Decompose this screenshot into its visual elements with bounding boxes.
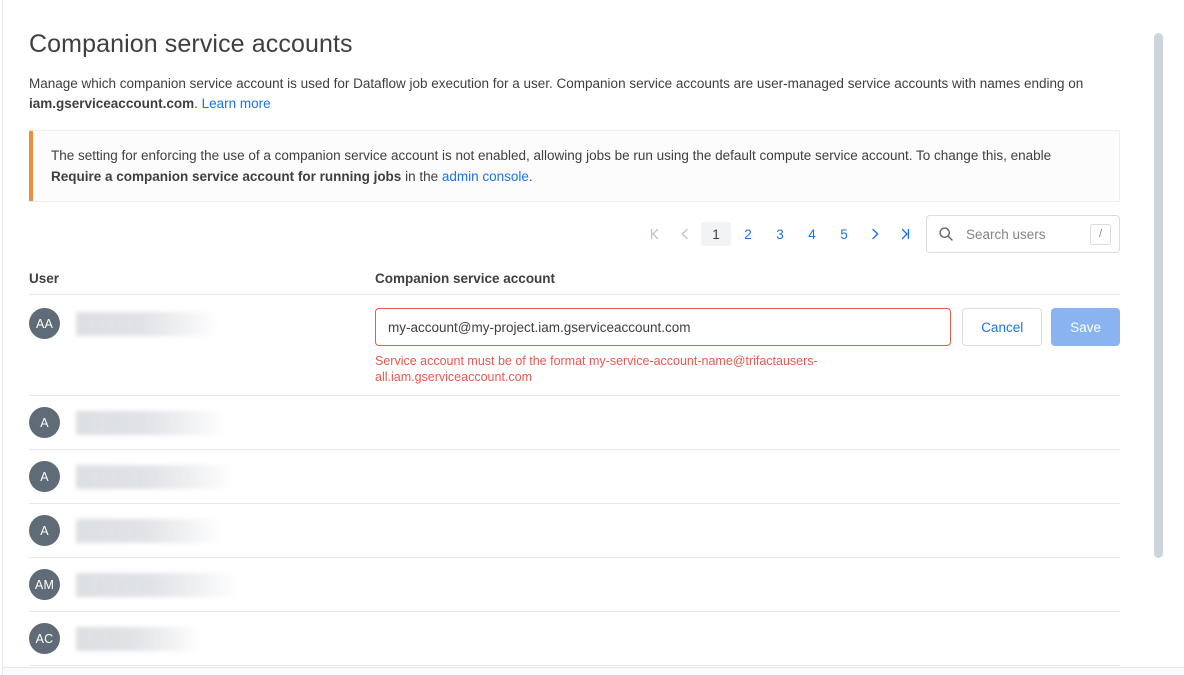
redacted-user-name — [76, 627, 201, 651]
chevron-right-icon — [868, 227, 882, 241]
scroll-pane: Companion service accounts Manage which … — [3, 0, 1146, 675]
user-cell: AA — [29, 308, 375, 339]
companion-service-account-cell: Service account must be of the format my… — [375, 308, 1120, 385]
save-button[interactable]: Save — [1051, 308, 1120, 346]
pagination: 1 2 3 4 5 — [640, 219, 920, 249]
search-icon — [938, 226, 954, 242]
banner-text-3: . — [529, 169, 533, 184]
avatar: AA — [29, 308, 60, 339]
avatar: A — [29, 515, 60, 546]
redacted-user-name — [76, 573, 239, 597]
redacted-user-name — [76, 519, 221, 543]
table-row[interactable]: A — [29, 396, 1120, 450]
pagination-prev-button[interactable] — [670, 219, 700, 249]
table-row[interactable]: AA Service account must be of the format… — [29, 295, 1120, 396]
users-table: User Companion service account AA Servic… — [29, 260, 1120, 675]
page-description: Manage which companion service account i… — [29, 74, 1120, 114]
last-page-icon — [898, 227, 912, 241]
table-row[interactable]: A — [29, 504, 1120, 558]
info-banner: The setting for enforcing the use of a c… — [29, 130, 1120, 202]
avatar: A — [29, 407, 60, 438]
table-row[interactable]: AM — [29, 558, 1120, 612]
redacted-user-name — [76, 465, 234, 489]
user-cell: A — [29, 407, 375, 438]
avatar: AC — [29, 623, 60, 654]
pagination-page-4[interactable]: 4 — [797, 222, 827, 246]
service-account-error-message: Service account must be of the format my… — [375, 353, 951, 385]
table-row[interactable]: A — [29, 450, 1120, 504]
pagination-next-button[interactable] — [860, 219, 890, 249]
search-shortcut-badge: / — [1090, 224, 1111, 245]
search-users-box[interactable]: / — [926, 215, 1120, 253]
scrollbar-thumb[interactable] — [1154, 33, 1163, 558]
user-cell: AM — [29, 569, 375, 600]
user-cell: A — [29, 461, 375, 492]
avatar: AM — [29, 569, 60, 600]
column-header-companion-service-account: Companion service account — [375, 271, 1120, 286]
page-description-domain: iam.gserviceaccount.com — [29, 96, 194, 111]
banner-accent-bar — [29, 131, 33, 201]
banner-text-1: The setting for enforcing the use of a c… — [51, 148, 1051, 163]
redacted-user-name — [76, 411, 226, 435]
learn-more-link[interactable]: Learn more — [202, 96, 271, 111]
cancel-button[interactable]: Cancel — [962, 308, 1042, 346]
first-page-icon — [648, 227, 662, 241]
edit-actions: Cancel Save — [962, 308, 1120, 346]
pagination-page-2[interactable]: 2 — [733, 222, 763, 246]
user-cell: AC — [29, 623, 375, 654]
companion-service-accounts-page: Companion service accounts Manage which … — [0, 0, 1184, 675]
redacted-user-name — [76, 312, 219, 336]
page-description-text-2: . — [194, 96, 202, 111]
avatar: A — [29, 461, 60, 492]
banner-text: The setting for enforcing the use of a c… — [51, 145, 1101, 187]
user-cell: A — [29, 515, 375, 546]
pagination-first-button[interactable] — [640, 219, 670, 249]
pagination-last-button[interactable] — [890, 219, 920, 249]
page-title: Companion service accounts — [29, 28, 1120, 60]
admin-console-link[interactable]: admin console — [442, 169, 529, 184]
footer-strip — [3, 667, 1184, 675]
pagination-page-3[interactable]: 3 — [765, 222, 795, 246]
service-account-input[interactable] — [375, 308, 951, 346]
banner-text-2: in the — [401, 169, 442, 184]
chevron-left-icon — [678, 227, 692, 241]
pagination-page-1[interactable]: 1 — [701, 222, 731, 246]
table-header-row: User Companion service account — [29, 260, 1120, 295]
page-description-text-1: Manage which companion service account i… — [29, 76, 1083, 91]
table-toolbar: 1 2 3 4 5 — [29, 208, 1120, 260]
table-row[interactable]: AC — [29, 612, 1120, 666]
banner-setting-name: Require a companion service account for … — [51, 169, 401, 184]
pagination-page-5[interactable]: 5 — [829, 222, 859, 246]
vertical-scrollbar[interactable] — [1154, 0, 1163, 675]
column-header-user: User — [29, 271, 375, 286]
service-account-field-wrap: Service account must be of the format my… — [375, 308, 951, 385]
search-input[interactable] — [964, 226, 1090, 243]
